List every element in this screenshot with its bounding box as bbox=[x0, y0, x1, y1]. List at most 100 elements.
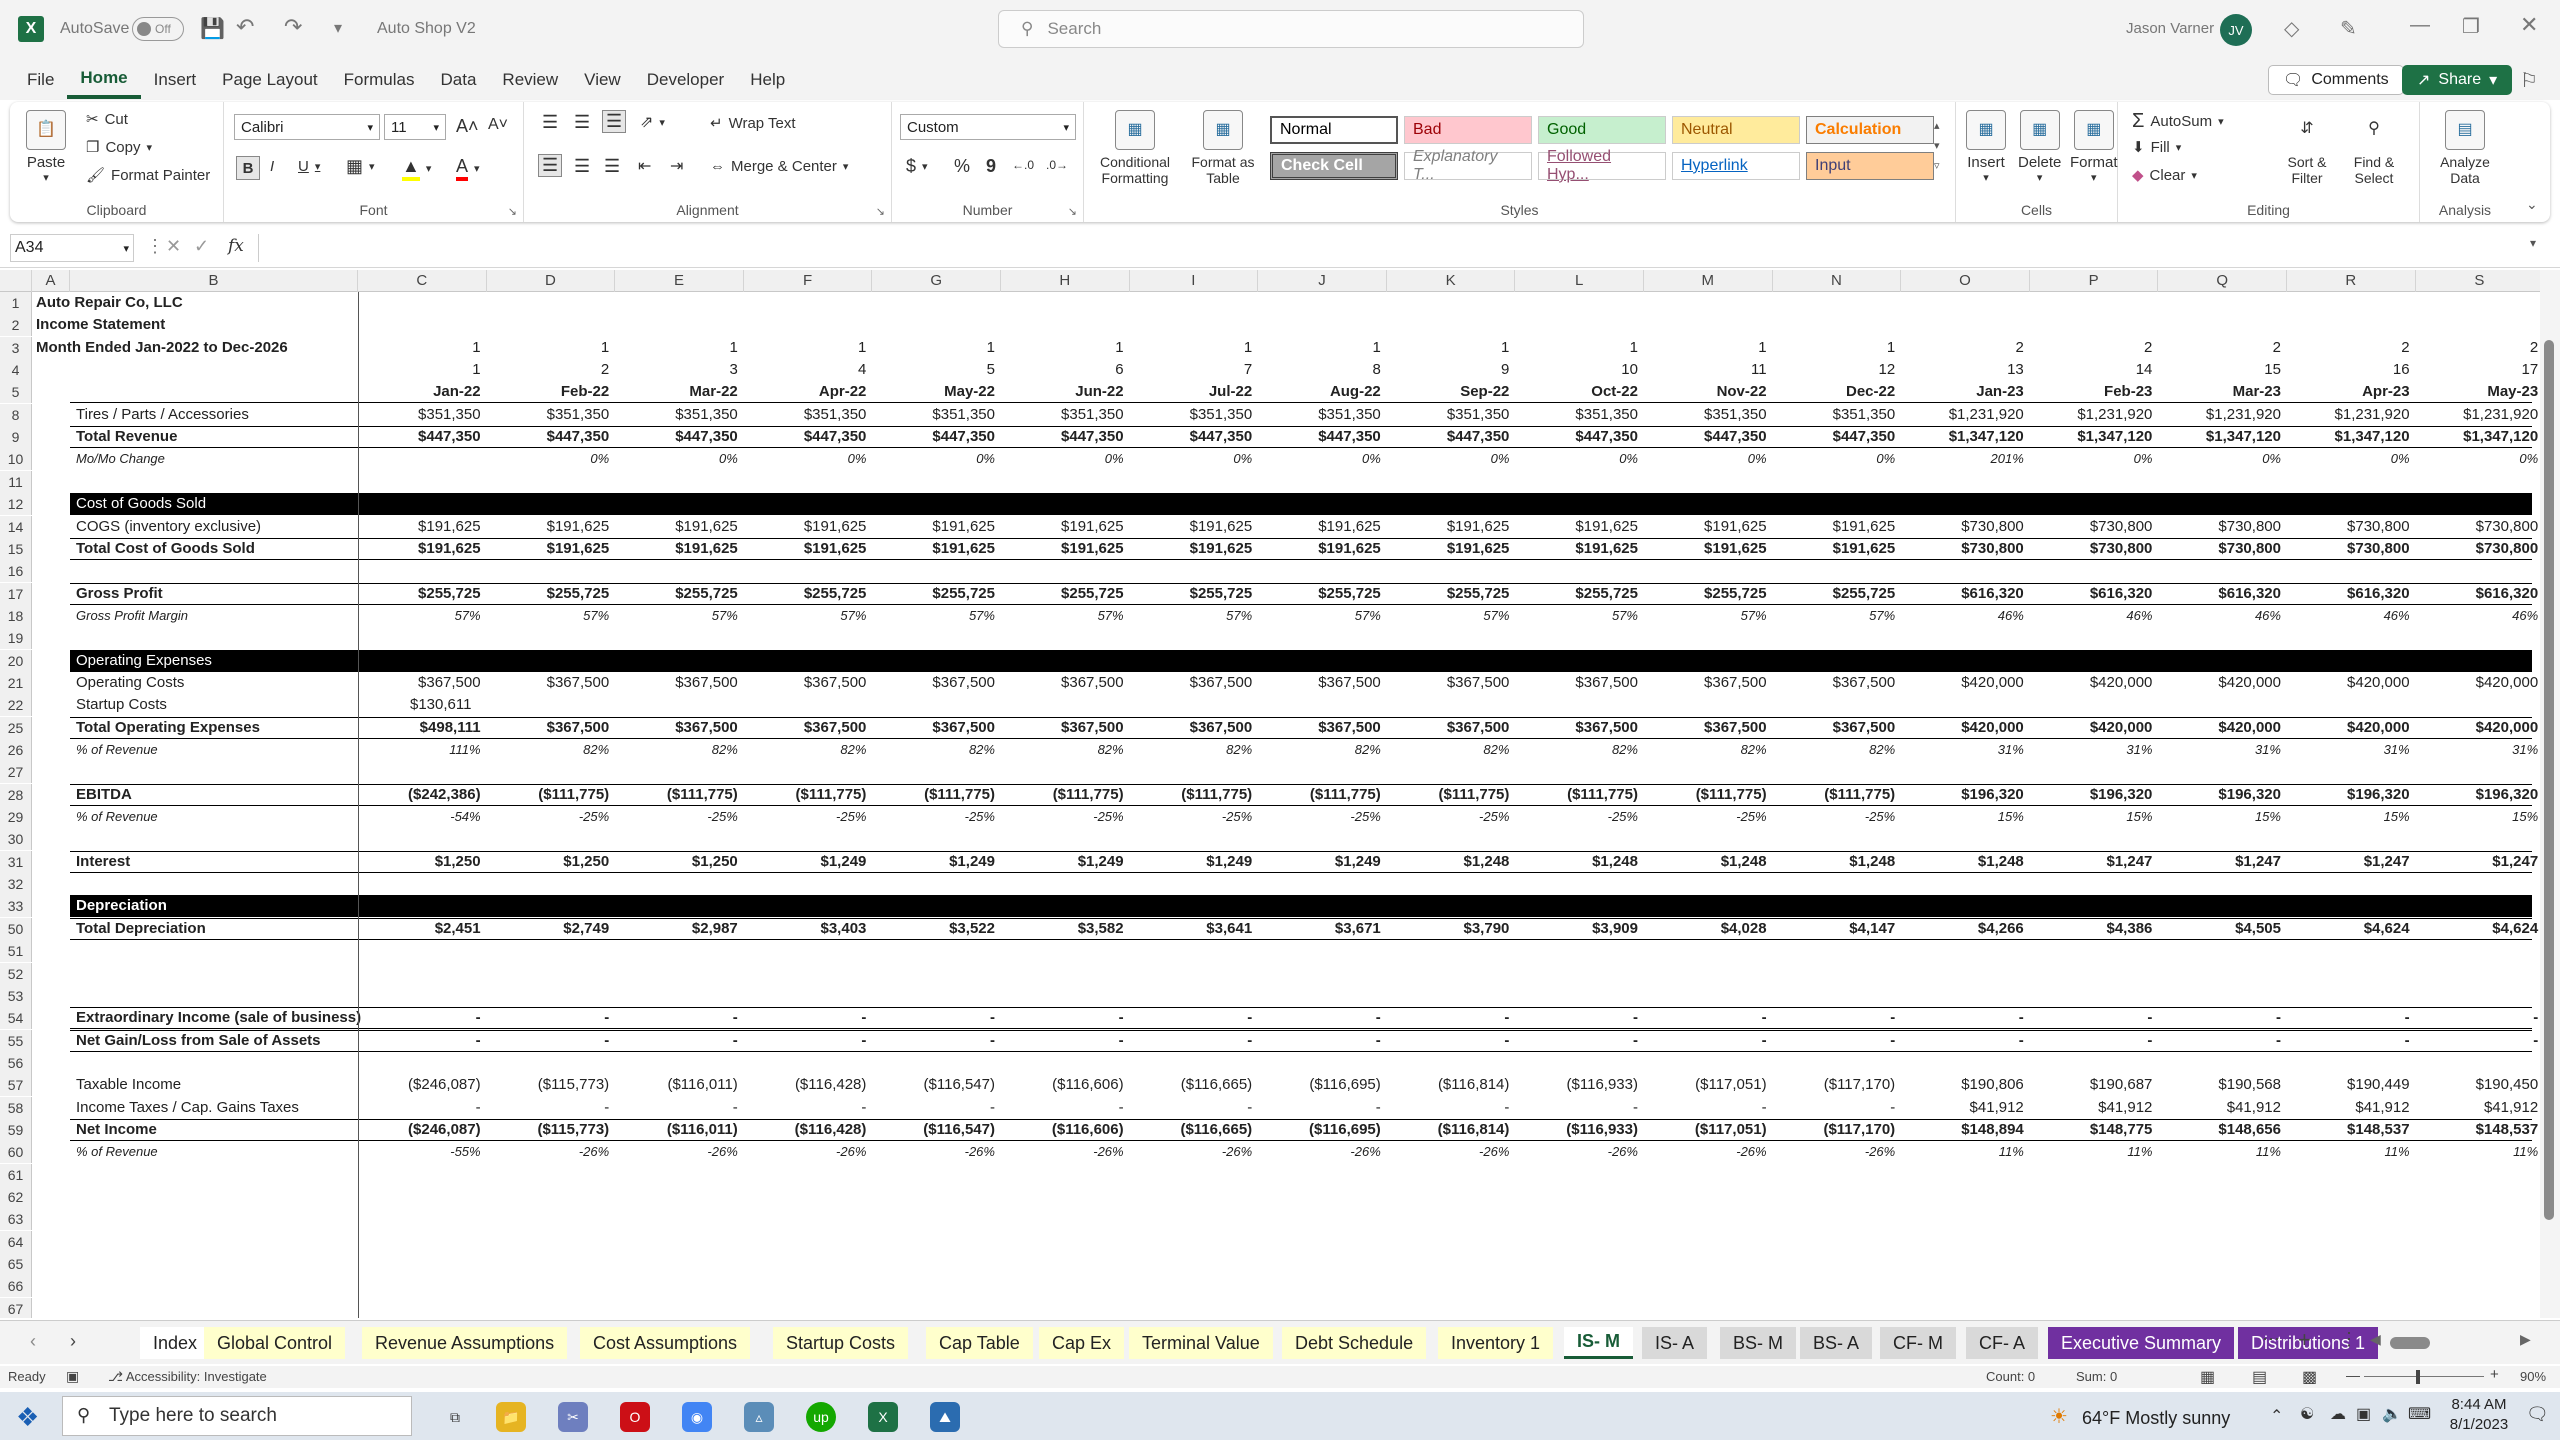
row-header[interactable]: 63 bbox=[0, 1208, 32, 1231]
taskbar-search-input[interactable]: ⚲ Type here to search bbox=[62, 1396, 412, 1436]
column-header-e[interactable]: E bbox=[615, 270, 744, 292]
scroll-tabs-right-icon[interactable]: › bbox=[70, 1331, 76, 1352]
cell-value[interactable]: 1 bbox=[487, 337, 616, 359]
cell-value[interactable]: $367,500 bbox=[615, 717, 744, 739]
cell-value[interactable]: $191,625 bbox=[1387, 516, 1516, 538]
cell-value[interactable]: ($117,051) bbox=[1644, 1119, 1773, 1141]
cell-value[interactable]: $1,347,120 bbox=[1901, 426, 2030, 448]
undo-icon[interactable]: ↶ bbox=[236, 14, 254, 40]
column-header-n[interactable]: N bbox=[1773, 270, 1902, 292]
format-painter-button[interactable]: 🖌 Format Painter bbox=[86, 166, 210, 185]
cell-value[interactable]: 4 bbox=[744, 359, 873, 381]
cell-value[interactable]: $730,800 bbox=[2158, 516, 2287, 538]
cell-value[interactable]: ($116,665) bbox=[1130, 1119, 1259, 1141]
cell-value[interactable]: 0% bbox=[1773, 448, 1902, 470]
cell-value[interactable]: 82% bbox=[615, 739, 744, 761]
cell-value[interactable]: - bbox=[2287, 1007, 2416, 1029]
cell-value[interactable]: - bbox=[1001, 1030, 1130, 1052]
cell-value[interactable]: ($116,547) bbox=[872, 1119, 1001, 1141]
menu-home[interactable]: Home bbox=[67, 61, 141, 99]
cell-value[interactable]: - bbox=[1901, 1030, 2030, 1052]
row-label[interactable]: Taxable Income bbox=[76, 1074, 181, 1096]
cell-value[interactable]: $351,350 bbox=[1258, 404, 1387, 426]
style-good[interactable]: Good bbox=[1538, 116, 1666, 144]
row-label[interactable]: Net Income bbox=[76, 1119, 157, 1141]
cell-value[interactable]: -25% bbox=[744, 806, 873, 828]
cell-value[interactable]: $255,725 bbox=[487, 583, 616, 605]
cell-value[interactable]: ($111,775) bbox=[615, 784, 744, 806]
cell-value[interactable]: $730,800 bbox=[2287, 516, 2416, 538]
cell-value[interactable]: - bbox=[615, 1007, 744, 1029]
menu-file[interactable]: File bbox=[14, 60, 67, 100]
cell-value[interactable]: ($115,773) bbox=[487, 1119, 616, 1141]
cell-value[interactable]: $351,350 bbox=[487, 404, 616, 426]
clear-button[interactable]: ◆ Clear ▾ bbox=[2132, 166, 2197, 185]
cell-value[interactable]: $367,500 bbox=[872, 717, 1001, 739]
row-header[interactable]: 56 bbox=[0, 1051, 32, 1074]
cell-value[interactable]: Dec-22 bbox=[1773, 381, 1902, 403]
cell-value[interactable]: 82% bbox=[872, 739, 1001, 761]
cell-value[interactable]: $367,500 bbox=[1515, 717, 1644, 739]
cell-value[interactable]: -26% bbox=[872, 1141, 1001, 1163]
sort-filter-button[interactable]: ⇵ Sort & Filter bbox=[2278, 110, 2336, 186]
cell-value[interactable]: 0% bbox=[1001, 448, 1130, 470]
cell-value[interactable]: $447,350 bbox=[1773, 426, 1902, 448]
cell-value[interactable]: $1,249 bbox=[1001, 851, 1130, 873]
cell-value[interactable]: $255,725 bbox=[615, 583, 744, 605]
style-calculation[interactable]: Calculation bbox=[1806, 116, 1934, 144]
cell-value[interactable]: 11% bbox=[2416, 1141, 2545, 1163]
cell-value[interactable]: $367,500 bbox=[1515, 672, 1644, 694]
cell-value[interactable]: $420,000 bbox=[2030, 717, 2159, 739]
cell-value[interactable]: $1,248 bbox=[1515, 851, 1644, 873]
tray-overflow-icon[interactable]: ⌃ bbox=[2270, 1406, 2283, 1426]
row-header[interactable]: 30 bbox=[0, 828, 32, 851]
row-header[interactable]: 17 bbox=[0, 582, 32, 605]
zoom-out-icon[interactable]: — bbox=[2346, 1367, 2360, 1383]
cell-value[interactable]: $196,320 bbox=[2158, 784, 2287, 806]
row-header[interactable]: 61 bbox=[0, 1163, 32, 1186]
cell-value[interactable]: $191,625 bbox=[487, 516, 616, 538]
cell-value[interactable]: - bbox=[1773, 1097, 1902, 1119]
cell-value[interactable]: 11% bbox=[2158, 1141, 2287, 1163]
cell-value[interactable]: -26% bbox=[1644, 1141, 1773, 1163]
font-size-select[interactable]: 11 ▾ bbox=[384, 114, 446, 140]
column-header-b[interactable]: B bbox=[70, 270, 358, 292]
cell-value[interactable]: - bbox=[1387, 1007, 1516, 1029]
cell-value[interactable]: $351,350 bbox=[1644, 404, 1773, 426]
row-label[interactable]: Tires / Parts / Accessories bbox=[76, 404, 249, 426]
cell-value[interactable]: - bbox=[1901, 1007, 2030, 1029]
cell-value[interactable]: 0% bbox=[1258, 448, 1387, 470]
select-all-corner[interactable] bbox=[0, 270, 32, 292]
cell-value[interactable]: Mar-23 bbox=[2158, 381, 2287, 403]
cell-value[interactable]: 111% bbox=[358, 739, 487, 761]
cell-value[interactable]: ($117,170) bbox=[1773, 1119, 1902, 1141]
row-label[interactable]: Gross Profit bbox=[76, 583, 163, 605]
hscroll-right-icon[interactable]: ▶ bbox=[2520, 1331, 2531, 1348]
cell-value[interactable]: 0% bbox=[1130, 448, 1259, 470]
cell-value[interactable]: 15% bbox=[2287, 806, 2416, 828]
cell-value[interactable]: 1 bbox=[358, 359, 487, 381]
cell-value[interactable]: $367,500 bbox=[872, 672, 1001, 694]
cell-value[interactable]: ($116,814) bbox=[1387, 1119, 1516, 1141]
cell-value[interactable]: 82% bbox=[1387, 739, 1516, 761]
cell-value[interactable]: - bbox=[615, 1030, 744, 1052]
cell-value[interactable]: 8 bbox=[1258, 359, 1387, 381]
cell-value[interactable]: $730,800 bbox=[1901, 516, 2030, 538]
cell-value[interactable]: - bbox=[2158, 1007, 2287, 1029]
row-header[interactable]: 19 bbox=[0, 627, 32, 650]
cell-value[interactable]: $1,249 bbox=[744, 851, 873, 873]
row-header[interactable]: 20 bbox=[0, 649, 32, 672]
cell-value[interactable]: $420,000 bbox=[1901, 672, 2030, 694]
row-header[interactable]: 65 bbox=[0, 1253, 32, 1276]
cell-value[interactable]: $1,248 bbox=[1387, 851, 1516, 873]
cell-value[interactable]: $191,625 bbox=[1130, 516, 1259, 538]
sheet-tab-global-control[interactable]: Global Control bbox=[204, 1327, 346, 1359]
menu-developer[interactable]: Developer bbox=[634, 60, 738, 100]
cell-value[interactable]: $190,449 bbox=[2287, 1074, 2416, 1096]
cell-value[interactable]: $730,800 bbox=[2158, 538, 2287, 560]
cell-value[interactable]: ($246,087) bbox=[358, 1119, 487, 1141]
cell-value[interactable]: $351,350 bbox=[1001, 404, 1130, 426]
row-header[interactable]: 59 bbox=[0, 1118, 32, 1141]
cell-value[interactable]: 9 bbox=[1387, 359, 1516, 381]
cell-value[interactable]: 31% bbox=[2030, 739, 2159, 761]
